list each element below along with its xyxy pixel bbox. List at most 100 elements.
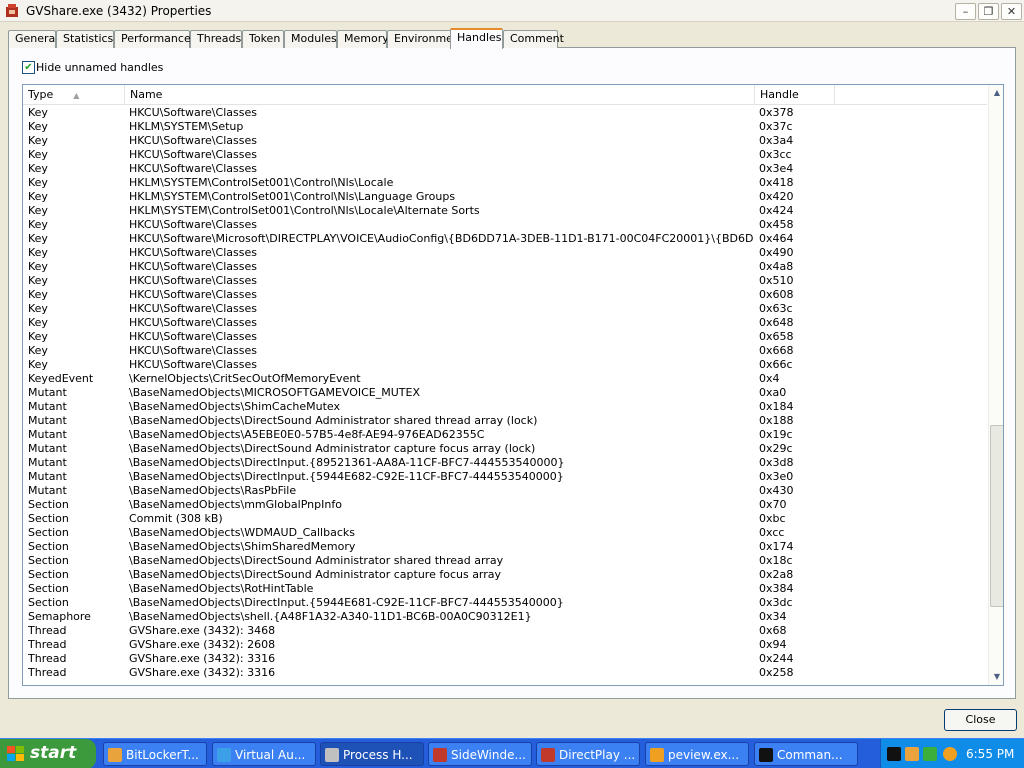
tab-general[interactable]: General bbox=[8, 30, 58, 48]
table-row[interactable]: Section \BaseNamedObjects\ShimSharedMemor… bbox=[23, 540, 987, 554]
table-row[interactable]: Key HKCU\Software\Classes 0x378 bbox=[23, 106, 987, 120]
cell-handle: 0x4 bbox=[759, 372, 780, 385]
search-icon bbox=[650, 748, 664, 762]
table-row[interactable]: Section Commit (308 kB) 0xbc bbox=[23, 512, 987, 526]
table-row[interactable]: Key HKLM\SYSTEM\Setup 0x37c bbox=[23, 120, 987, 134]
taskbar-button[interactable]: Process H... bbox=[320, 742, 424, 766]
table-row[interactable]: Section \BaseNamedObjects\DirectInput.{59… bbox=[23, 596, 987, 610]
column-header-handle[interactable]: Handle bbox=[755, 85, 835, 105]
system-tray: 6:55 PM bbox=[880, 739, 1024, 768]
table-row[interactable]: Section \BaseNamedObjects\mmGlobalPnpInfo… bbox=[23, 498, 987, 512]
table-row[interactable]: Section \BaseNamedObjects\DirectSound Adm… bbox=[23, 554, 987, 568]
table-row[interactable]: Key HKCU\Software\Classes 0x668 bbox=[23, 344, 987, 358]
table-row[interactable]: Key HKLM\SYSTEM\ControlSet001\Control\Nls… bbox=[23, 176, 987, 190]
hide-unnamed-handles-label[interactable]: Hide unnamed handles bbox=[36, 61, 163, 74]
table-row[interactable]: Key HKLM\SYSTEM\ControlSet001\Control\Nls… bbox=[23, 190, 987, 204]
table-row[interactable]: Key HKCU\Software\Classes 0x3cc bbox=[23, 148, 987, 162]
table-row[interactable]: Semaphore \BaseNamedObjects\shell.{A48F1A… bbox=[23, 610, 987, 624]
cell-type: Key bbox=[28, 218, 48, 231]
tray-monitor-icon[interactable] bbox=[887, 747, 901, 761]
column-header-type[interactable]: Type ▲ bbox=[23, 85, 125, 105]
close-button[interactable]: Close bbox=[944, 709, 1017, 731]
cell-type: Section bbox=[28, 512, 69, 525]
cell-name: HKCU\Software\Classes bbox=[129, 218, 257, 231]
minimize-button[interactable]: – bbox=[955, 3, 976, 20]
table-row[interactable]: Key HKCU\Software\Classes 0x608 bbox=[23, 288, 987, 302]
table-row[interactable]: Section \BaseNamedObjects\RotHintTable 0x3… bbox=[23, 582, 987, 596]
vertical-scrollbar[interactable]: ▲ ▼ bbox=[988, 85, 1003, 685]
tray-bitlocker-icon[interactable] bbox=[905, 747, 919, 761]
table-row[interactable]: Key HKCU\Software\Classes 0x66c bbox=[23, 358, 987, 372]
column-header-name[interactable]: Name bbox=[125, 85, 755, 105]
tab-environment[interactable]: Environment bbox=[387, 30, 464, 48]
table-row[interactable]: Thread GVShare.exe (3432): 3316 0x258 bbox=[23, 666, 987, 680]
scroll-down-icon[interactable]: ▼ bbox=[989, 669, 1003, 685]
table-row[interactable]: Key HKCU\Software\Classes 0x490 bbox=[23, 246, 987, 260]
cell-name: \BaseNamedObjects\DirectSound Administra… bbox=[129, 442, 536, 455]
table-row[interactable]: Mutant \BaseNamedObjects\DirectInput.{594… bbox=[23, 470, 987, 484]
taskbar-button[interactable]: BitLockerT... bbox=[103, 742, 207, 766]
cell-name: HKLM\SYSTEM\ControlSet001\Control\Nls\Lo… bbox=[129, 176, 394, 189]
directplay-icon bbox=[541, 748, 555, 762]
table-row[interactable]: Key HKCU\Software\Classes 0x63c bbox=[23, 302, 987, 316]
table-row[interactable]: Key HKCU\Software\Classes 0x3e4 bbox=[23, 162, 987, 176]
table-row[interactable]: Mutant \BaseNamedObjects\DirectSound Admi… bbox=[23, 442, 987, 456]
cell-name: HKCU\Software\Classes bbox=[129, 246, 257, 259]
tab-modules[interactable]: Modules bbox=[284, 30, 337, 48]
table-row[interactable]: Section \BaseNamedObjects\DirectSound Adm… bbox=[23, 568, 987, 582]
cell-name: \BaseNamedObjects\mmGlobalPnpInfo bbox=[129, 498, 342, 511]
close-window-button[interactable]: ✕ bbox=[1001, 3, 1022, 20]
table-row[interactable]: Key HKCU\Software\Classes 0x658 bbox=[23, 330, 987, 344]
scroll-up-icon[interactable]: ▲ bbox=[989, 85, 1003, 101]
cell-name: HKCU\Software\Classes bbox=[129, 302, 257, 315]
table-row[interactable]: Key HKCU\Software\Classes 0x458 bbox=[23, 218, 987, 232]
tab-comment[interactable]: Comment bbox=[503, 30, 564, 48]
table-row[interactable]: Mutant \BaseNamedObjects\ShimCacheMutex 0x… bbox=[23, 400, 987, 414]
maximize-button[interactable]: ❐ bbox=[978, 3, 999, 20]
table-row[interactable]: Key HKCU\Software\Classes 0x4a8 bbox=[23, 260, 987, 274]
tray-network-icon[interactable] bbox=[923, 747, 937, 761]
table-row[interactable]: Key HKCU\Software\Classes 0x510 bbox=[23, 274, 987, 288]
table-row[interactable]: Key HKCU\Software\Classes 0x648 bbox=[23, 316, 987, 330]
cell-handle: 0x490 bbox=[759, 246, 794, 259]
taskbar-button[interactable]: peview.ex... bbox=[645, 742, 749, 766]
cell-type: Key bbox=[28, 246, 48, 259]
table-row[interactable]: Mutant \BaseNamedObjects\DirectInput.{895… bbox=[23, 456, 987, 470]
tab-token[interactable]: Token bbox=[242, 30, 284, 48]
cell-type: Mutant bbox=[28, 442, 67, 455]
table-row[interactable]: Section \BaseNamedObjects\WDMAUD_Callback… bbox=[23, 526, 987, 540]
tab-performance[interactable]: Performance bbox=[114, 30, 191, 48]
table-row[interactable]: Key HKCU\Software\Classes 0x3a4 bbox=[23, 134, 987, 148]
cell-handle: 0x34 bbox=[759, 610, 787, 623]
table-row[interactable]: Key HKLM\SYSTEM\ControlSet001\Control\Nls… bbox=[23, 204, 987, 218]
cell-name: \BaseNamedObjects\shell.{A48F1A32-A340-1… bbox=[129, 610, 532, 623]
table-row[interactable]: Key HKCU\Software\Microsoft\DIRECTPLAY\VO… bbox=[23, 232, 987, 246]
scroll-thumb[interactable] bbox=[990, 425, 1003, 607]
table-row[interactable]: Mutant \BaseNamedObjects\A5EBE0E0-57B5-4e… bbox=[23, 428, 987, 442]
table-row[interactable]: Thread GVShare.exe (3432): 3316 0x244 bbox=[23, 652, 987, 666]
tab-statistics[interactable]: Statistics bbox=[56, 30, 114, 48]
table-row[interactable]: KeyedEvent \KernelObjects\CritSecOutOfMem… bbox=[23, 372, 987, 386]
start-button[interactable]: start bbox=[0, 739, 96, 768]
table-row[interactable]: Thread GVShare.exe (3432): 3468 0x68 bbox=[23, 624, 987, 638]
tab-threads[interactable]: Threads bbox=[190, 30, 242, 48]
table-row[interactable]: Mutant \BaseNamedObjects\MICROSOFTGAMEVOI… bbox=[23, 386, 987, 400]
tab-memory[interactable]: Memory bbox=[337, 30, 389, 48]
handles-list[interactable]: Type ▲ Name Handle Key HKCU\Software\Class… bbox=[22, 84, 1004, 686]
checkbox-check-icon[interactable]: ✔ bbox=[22, 61, 35, 74]
taskbar-button[interactable]: Virtual Au... bbox=[212, 742, 316, 766]
cell-type: Section bbox=[28, 568, 69, 581]
cell-name: GVShare.exe (3432): 3316 bbox=[129, 666, 276, 679]
table-row[interactable]: Mutant \BaseNamedObjects\DirectSound Admi… bbox=[23, 414, 987, 428]
taskbar-button[interactable]: SideWinde... bbox=[428, 742, 532, 766]
clock[interactable]: 6:55 PM bbox=[966, 739, 1014, 768]
tab-handles[interactable]: Handles bbox=[450, 28, 503, 49]
table-row[interactable]: Mutant \BaseNamedObjects\RasPbFile 0x430 bbox=[23, 484, 987, 498]
taskbar-button[interactable]: DirectPlay ... bbox=[536, 742, 640, 766]
title-bar[interactable]: GVShare.exe (3432) Properties – ❐ ✕ bbox=[0, 0, 1024, 22]
taskbar-button-label: BitLockerT... bbox=[126, 748, 199, 762]
tray-search-icon[interactable] bbox=[943, 747, 957, 761]
table-row[interactable]: Thread GVShare.exe (3432): 2608 0x94 bbox=[23, 638, 987, 652]
taskbar-button[interactable]: Comman... bbox=[754, 742, 858, 766]
cell-handle: 0x37c bbox=[759, 120, 793, 133]
